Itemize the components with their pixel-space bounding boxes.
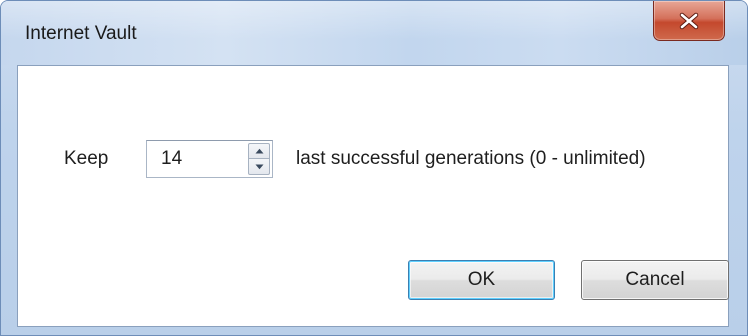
dialog-content: Keep last successful generations (0 - un… — [17, 65, 729, 327]
close-button[interactable] — [653, 1, 725, 41]
generations-description: last successful generations (0 - unlimit… — [296, 148, 646, 169]
ok-button[interactable]: OK — [408, 260, 555, 300]
close-x-icon — [679, 12, 699, 29]
arrow-up-icon — [255, 148, 263, 154]
title-bar[interactable]: Internet Vault — [1, 1, 747, 65]
spin-down-button[interactable] — [248, 159, 270, 175]
spin-up-button[interactable] — [248, 143, 270, 159]
generations-input[interactable] — [147, 141, 233, 177]
window-title: Internet Vault — [25, 23, 137, 44]
dialog-window: Internet Vault Keep 14 last successful g… — [0, 0, 748, 336]
arrow-down-icon — [255, 164, 263, 169]
keep-label: Keep — [64, 148, 109, 169]
generations-spinner[interactable] — [146, 140, 273, 178]
spin-buttons — [248, 143, 270, 175]
cancel-button[interactable]: Cancel — [581, 260, 729, 300]
